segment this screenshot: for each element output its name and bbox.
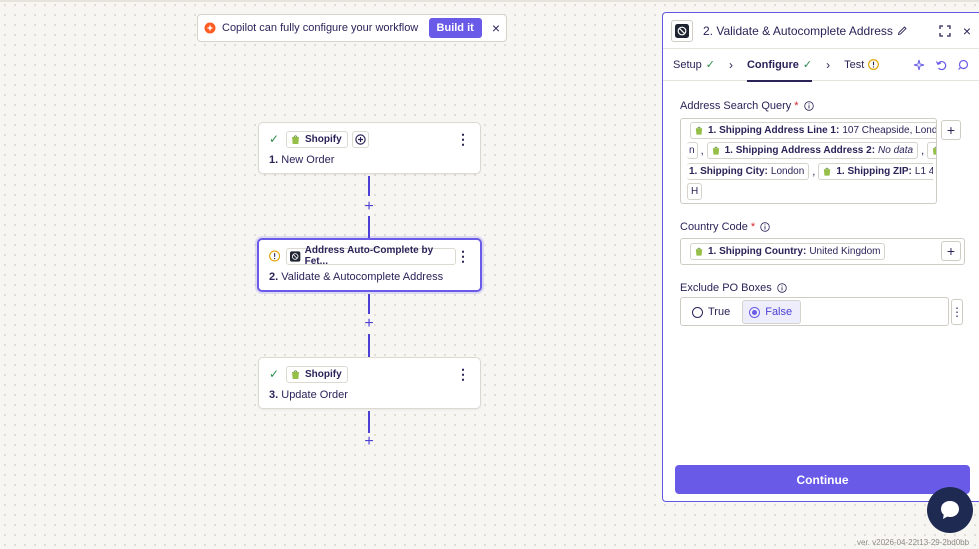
variable-chip[interactable]: 1. Shipping Address Line 1: 107 Cheapside… [690, 122, 936, 139]
address-search-query-field[interactable]: 1. Shipping Address Line 1: 107 Cheapside… [680, 118, 937, 204]
shopify-icon [292, 134, 299, 144]
check-icon: ✓ [705, 59, 715, 71]
connector-line [368, 334, 370, 357]
more-options-icon[interactable]: ⋮ [951, 299, 963, 325]
close-icon[interactable]: × [492, 21, 500, 35]
connector-line [368, 176, 370, 196]
version-label: ver. v2026-04-22t13-29-2bd0bb [857, 538, 970, 547]
top-border [0, 0, 979, 2]
more-options-icon[interactable]: ⋮ [456, 132, 470, 146]
variable-chip[interactable]: 1. Shipping Country: United Kingdom [690, 243, 886, 260]
info-icon[interactable] [777, 283, 787, 293]
copilot-message: Copilot can fully configure your workflo… [222, 22, 419, 34]
step-title: Validate & Autocomplete Address [281, 271, 444, 283]
chat-support-button[interactable] [927, 487, 973, 533]
shopify-icon [292, 369, 299, 379]
shopify-icon [712, 146, 719, 155]
panel-title: 2. Validate & Autocomplete Address [703, 23, 893, 38]
app-pill: Address Auto-Complete by Fet... [286, 245, 456, 267]
step-number: 2. [269, 271, 279, 283]
sparkle-icon[interactable] [913, 59, 925, 71]
insert-data-button[interactable]: + [941, 120, 961, 140]
step-number: 1. [269, 154, 279, 166]
panel-tools [913, 59, 969, 71]
address-search-query-label: Address Search Query * [680, 100, 814, 112]
info-icon[interactable] [803, 101, 814, 111]
radio-circle-selected [749, 306, 761, 318]
address-app-icon [290, 250, 301, 262]
variable-chip-continuation: 1. Shipping City: London [687, 163, 810, 180]
country-code-field[interactable]: 1. Shipping Country: United Kingdom + [680, 238, 965, 265]
workflow-step-3[interactable]: ✓ Shopify ⋮ 3. Update Order [258, 357, 481, 409]
radio-circle [692, 306, 703, 318]
copilot-banner: Copilot can fully configure your workflo… [197, 14, 507, 42]
shopify-icon [695, 126, 703, 135]
required-mark: * [794, 100, 799, 112]
chevron-right-icon: › [826, 57, 831, 72]
tab-setup[interactable]: Setup ✓ [673, 49, 715, 81]
tab-configure[interactable]: Configure ✓ [746, 49, 813, 82]
check-icon: ✓ [269, 132, 280, 146]
add-step-icon[interactable]: + [362, 199, 376, 215]
radio-true[interactable]: True [692, 306, 730, 318]
comment-icon[interactable] [957, 59, 969, 71]
shopify-icon [695, 247, 703, 256]
more-options-icon[interactable]: ⋮ [456, 249, 470, 263]
app-logo [671, 19, 693, 42]
exclude-po-boxes-label: Exclude PO Boxes [680, 282, 787, 294]
required-mark: * [750, 221, 756, 233]
country-code-label: Country Code * [680, 221, 770, 233]
panel-tabs: Setup ✓ › Configure ✓ › Test [663, 49, 979, 82]
add-step-icon[interactable]: + [362, 434, 376, 450]
workflow-step-1[interactable]: ✓ Shopify ⋮ 1. New Order [258, 122, 481, 174]
info-icon[interactable] [760, 222, 770, 232]
add-step-icon[interactable]: + [362, 316, 376, 332]
app-pill: Shopify [286, 365, 348, 383]
copilot-icon [204, 22, 216, 34]
chat-icon [941, 501, 959, 519]
radio-false[interactable]: False [742, 300, 802, 324]
variable-chip-continuation: H [687, 183, 703, 200]
warning-icon [868, 59, 880, 70]
undo-icon[interactable] [935, 59, 947, 71]
variable-chip[interactable]: 1. Shipping Address Address 2: No data [706, 142, 919, 159]
app-pill: Shopify [286, 130, 348, 148]
connector-line [368, 216, 370, 238]
check-icon: ✓ [802, 59, 813, 71]
shopify-icon [824, 167, 831, 176]
connector-line [368, 294, 370, 314]
step-title: Update Order [281, 389, 348, 401]
exclude-po-boxes-field: True False [680, 297, 949, 326]
step-number: 3. [269, 389, 279, 401]
build-it-button[interactable]: Build it [428, 18, 482, 38]
panel-header: 2. Validate & Autocomplete Address × [663, 13, 979, 49]
close-panel-icon[interactable]: × [963, 24, 971, 38]
more-options-icon[interactable]: ⋮ [456, 367, 470, 381]
workflow-step-2[interactable]: Address Auto-Complete by Fet... ⋮ 2. Val… [257, 238, 482, 292]
continue-button[interactable]: Continue [675, 465, 970, 494]
step-title: New Order [281, 154, 335, 166]
warning-icon [269, 250, 281, 262]
expand-icon[interactable] [939, 24, 951, 37]
insert-data-button[interactable]: + [941, 241, 961, 261]
check-icon: ✓ [269, 367, 280, 381]
address-app-icon [675, 23, 689, 38]
variable-chip[interactable]: 1. Shipping ZIP:L1 4G [818, 163, 933, 180]
step-editor-panel: 2. Validate & Autocomplete Address × Set… [662, 12, 979, 502]
add-app-icon[interactable] [351, 130, 369, 148]
variable-chip[interactable] [927, 142, 936, 159]
chevron-right-icon: › [728, 57, 733, 72]
shopify-icon [932, 146, 936, 155]
tab-test[interactable]: Test [844, 49, 880, 81]
edit-pencil-icon[interactable] [897, 25, 908, 36]
variable-chip-continuation: n [687, 142, 698, 159]
connector-line [368, 411, 370, 433]
